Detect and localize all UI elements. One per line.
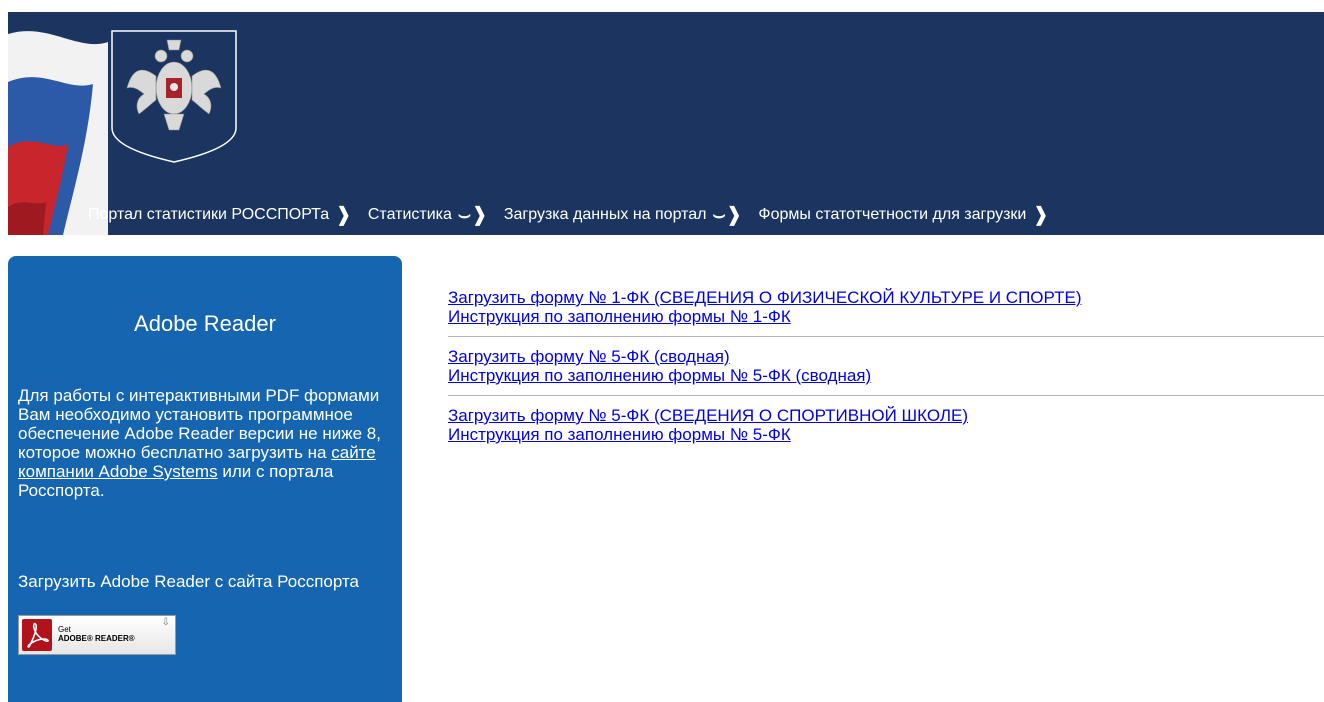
nav-item-upload-data[interactable]: Загрузка данных на портал ⌣❱ (504, 202, 759, 227)
download-form-link[interactable]: Загрузить форму № 5-ФК (СВЕДЕНИЯ О СПОРТ… (448, 406, 1324, 425)
form-group: Загрузить форму № 5-ФК (сводная) Инструк… (448, 347, 1324, 396)
adobe-reader-label: ADOBE® READER® (58, 634, 135, 643)
get-adobe-reader-button[interactable]: Get ADOBE® READER® ⇩ (18, 615, 176, 655)
nav-item-statistics[interactable]: Статистика ⌣❱ (368, 202, 504, 227)
download-reader-text: Загрузить Adobe Reader с сайта Росспорта (18, 572, 359, 591)
nav-item-label: Формы статотчетности для загрузки (758, 205, 1027, 223)
download-arrow-icon: ⇩ (161, 617, 170, 628)
site-header: Портал статистики РОССПОРТа ❱ Статистика… (8, 12, 1324, 235)
main-nav: Портал статистики РОССПОРТа ❱ Статистика… (88, 202, 1049, 227)
sidebar-description: Для работы с интерактивными PDF формами … (18, 386, 383, 500)
forms-list: Загрузить форму № 1-ФК (СВЕДЕНИЯ О ФИЗИЧ… (448, 288, 1324, 464)
chevron-down-right-icon: ⌣❱ (712, 204, 743, 226)
coat-of-arms-icon (111, 30, 237, 163)
form-group: Загрузить форму № 1-ФК (СВЕДЕНИЯ О ФИЗИЧ… (448, 288, 1324, 337)
chevron-right-icon: ❱ (1032, 204, 1050, 226)
nav-item-label: Статистика (367, 205, 452, 223)
instruction-link[interactable]: Инструкция по заполнению формы № 5-ФК (с… (448, 366, 1324, 385)
chevron-down-right-icon: ⌣❱ (457, 204, 488, 226)
instruction-link[interactable]: Инструкция по заполнению формы № 5-ФК (448, 425, 1324, 444)
nav-item-forms[interactable]: Формы статотчетности для загрузки ❱ (758, 202, 1049, 227)
chevron-right-icon: ❱ (335, 204, 352, 226)
nav-item-label: Портал статистики РОССПОРТа (88, 205, 330, 223)
download-form-link[interactable]: Загрузить форму № 5-ФК (сводная) (448, 347, 1324, 366)
nav-item-label: Загрузка данных на портал (503, 205, 707, 223)
nav-item-portal[interactable]: Портал статистики РОССПОРТа ❱ (88, 202, 368, 227)
adobe-reader-sidebar: Adobe Reader Для работы с интерактивными… (8, 256, 402, 702)
download-form-link[interactable]: Загрузить форму № 1-ФК (СВЕДЕНИЯ О ФИЗИЧ… (448, 288, 1324, 307)
sidebar-title: Adobe Reader (134, 311, 276, 336)
description-text: Для работы с интерактивными PDF формами … (18, 386, 381, 462)
adobe-pdf-icon (22, 619, 52, 651)
instruction-link[interactable]: Инструкция по заполнению формы № 1-ФК (448, 307, 1324, 326)
get-label: Get (58, 625, 71, 634)
form-group: Загрузить форму № 5-ФК (СВЕДЕНИЯ О СПОРТ… (448, 406, 1324, 454)
